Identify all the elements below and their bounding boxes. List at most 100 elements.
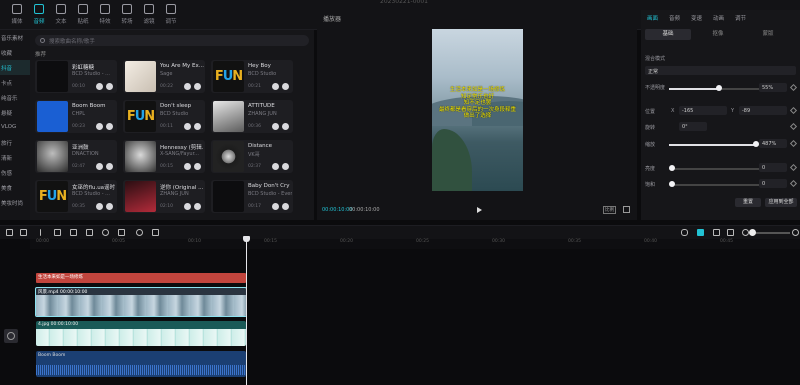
freeze-icon[interactable] (86, 229, 93, 236)
blend-select[interactable]: 正常 (645, 66, 796, 75)
effects-tool[interactable]: 特效 (94, 4, 116, 25)
video-preview[interactable]: 生活本来如是一场修炼 知足常乐也好 知不足也罢 最终都是看穿后的一次身段释重 做出了选择 (432, 29, 523, 191)
download-icon[interactable] (106, 163, 113, 170)
snap-icon[interactable] (713, 229, 720, 236)
warning-icon[interactable] (118, 229, 125, 236)
download-icon[interactable] (282, 163, 289, 170)
keyframe-icon[interactable] (789, 83, 798, 92)
music-card[interactable]: FUN Hey Boy BCD Studio 00:21 (211, 60, 293, 93)
favorite-icon[interactable] (96, 203, 103, 210)
music-card[interactable]: FUN Don't sleep BCD Studio 00:11 (123, 100, 205, 133)
brightness-value[interactable]: 0 (759, 163, 787, 172)
favorite-icon[interactable] (184, 163, 191, 170)
scale-value[interactable]: 487% (759, 139, 787, 148)
music-card[interactable]: 亚洲鼓 DNACTION 02:47 (35, 140, 117, 173)
tab-adjust[interactable]: 调节 (735, 14, 746, 22)
download-icon[interactable] (106, 203, 113, 210)
download-icon[interactable] (106, 83, 113, 90)
tab-speed[interactable]: 变速 (691, 14, 702, 22)
favorite-icon[interactable] (96, 83, 103, 90)
category-item[interactable]: 收藏 (0, 45, 30, 60)
record-icon[interactable] (102, 229, 109, 236)
opacity-value[interactable]: 55% (759, 83, 787, 92)
keyframe-icon[interactable] (789, 163, 798, 172)
download-icon[interactable] (282, 123, 289, 130)
rotate-icon[interactable] (136, 229, 143, 236)
text-tool[interactable]: 文本 (50, 4, 72, 25)
search-input[interactable]: 搜索歌曲名称/歌手 (35, 35, 309, 46)
download-icon[interactable] (282, 83, 289, 90)
subtab-basic[interactable]: 基础 (645, 29, 691, 40)
reset-button[interactable]: 重置 (735, 198, 761, 207)
category-item[interactable]: 卡点 (0, 75, 30, 90)
redo-icon[interactable] (20, 229, 27, 236)
adjust-tool[interactable]: 调节 (160, 4, 182, 25)
category-item[interactable]: 旅行 (0, 135, 30, 150)
audio-clip[interactable]: Boom Boom (36, 351, 246, 377)
filter-tool[interactable]: 滤镜 (138, 4, 160, 25)
favorite-icon[interactable] (272, 203, 279, 210)
subtab-keying[interactable]: 抠像 (695, 29, 741, 40)
saturation-knob[interactable] (669, 181, 675, 187)
scale-slider[interactable] (669, 141, 760, 147)
favorite-icon[interactable] (272, 163, 279, 170)
image-clip[interactable]: 4.jpg 00:00:10:00 (36, 321, 246, 346)
fullscreen-icon[interactable] (623, 206, 630, 213)
favorite-icon[interactable] (272, 83, 279, 90)
text-clip[interactable]: 生活本来如是一场修炼 (36, 273, 246, 283)
music-card[interactable]: Baby Don't Cry BCD Studio - Ever 00:17 (211, 180, 293, 213)
favorite-icon[interactable] (272, 123, 279, 130)
keyframe-icon[interactable] (789, 139, 798, 148)
time-ruler[interactable]: 00:00 00:05 00:10 00:15 00:20 00:25 00:30 00:35… (30, 239, 800, 249)
brightness-slider[interactable] (669, 165, 759, 171)
category-item[interactable]: 美食 (0, 180, 30, 195)
cursor-icon[interactable] (40, 229, 47, 236)
download-icon[interactable] (194, 83, 201, 90)
download-icon[interactable] (106, 123, 113, 130)
subtab-mask[interactable]: 蒙版 (745, 29, 791, 40)
music-card[interactable]: Distance VK哥 02:37 (211, 140, 293, 173)
download-icon[interactable] (282, 203, 289, 210)
favorite-icon[interactable] (96, 163, 103, 170)
music-card[interactable]: 逆你 (Original ... ZHANG JUN 02:10 (123, 180, 205, 213)
undo-icon[interactable] (6, 229, 13, 236)
category-item[interactable]: 美妆时尚 (0, 195, 30, 210)
keyframe-icon[interactable] (789, 122, 798, 131)
category-item[interactable]: 纯音乐 (0, 90, 30, 105)
delete-icon[interactable] (70, 229, 77, 236)
crop-icon[interactable] (152, 229, 159, 236)
music-card[interactable]: You Are My Ex... Sage 00:22 (123, 60, 205, 93)
music-card[interactable]: FUN 女巫的flu.ua谣时 BCD Studio - ... 00:35 (35, 180, 117, 213)
video-clip[interactable]: 风景.mp4 00:00:10:00 (35, 287, 247, 317)
favorite-icon[interactable] (184, 203, 191, 210)
category-item[interactable]: 伤感 (0, 165, 30, 180)
x-input[interactable]: -165 (679, 106, 727, 115)
sticker-tool[interactable]: 贴纸 (72, 4, 94, 25)
brightness-knob[interactable] (669, 165, 675, 171)
tab-audio[interactable]: 音频 (669, 14, 680, 22)
saturation-value[interactable]: 0 (759, 179, 787, 188)
zoom-out-icon[interactable] (742, 229, 749, 236)
play-icon[interactable] (477, 207, 482, 213)
zoom-in-icon[interactable] (792, 229, 799, 236)
playhead[interactable] (243, 236, 250, 385)
music-card[interactable]: Boom Boom CHPL 00:23 (35, 100, 117, 133)
category-item[interactable]: 清新 (0, 150, 30, 165)
saturation-slider[interactable] (669, 181, 759, 187)
category-item[interactable]: 抖音 (0, 60, 30, 75)
split-icon[interactable] (54, 229, 61, 236)
tab-animation[interactable]: 动画 (713, 14, 724, 22)
link-icon[interactable] (697, 229, 704, 236)
category-item[interactable]: VLOG (0, 120, 30, 135)
category-item[interactable]: 音乐素材 (0, 30, 30, 45)
opacity-slider[interactable] (669, 85, 759, 91)
favorite-icon[interactable] (96, 123, 103, 130)
favorite-icon[interactable] (184, 83, 191, 90)
cover-button[interactable] (4, 329, 18, 343)
audio-tool[interactable]: 音频 (28, 4, 50, 25)
transition-tool[interactable]: 转场 (116, 4, 138, 25)
download-icon[interactable] (194, 123, 201, 130)
music-card[interactable]: 彩虹糖糖 BCD Studio - ... 00:10 (35, 60, 117, 93)
download-icon[interactable] (194, 163, 201, 170)
download-icon[interactable] (194, 203, 201, 210)
